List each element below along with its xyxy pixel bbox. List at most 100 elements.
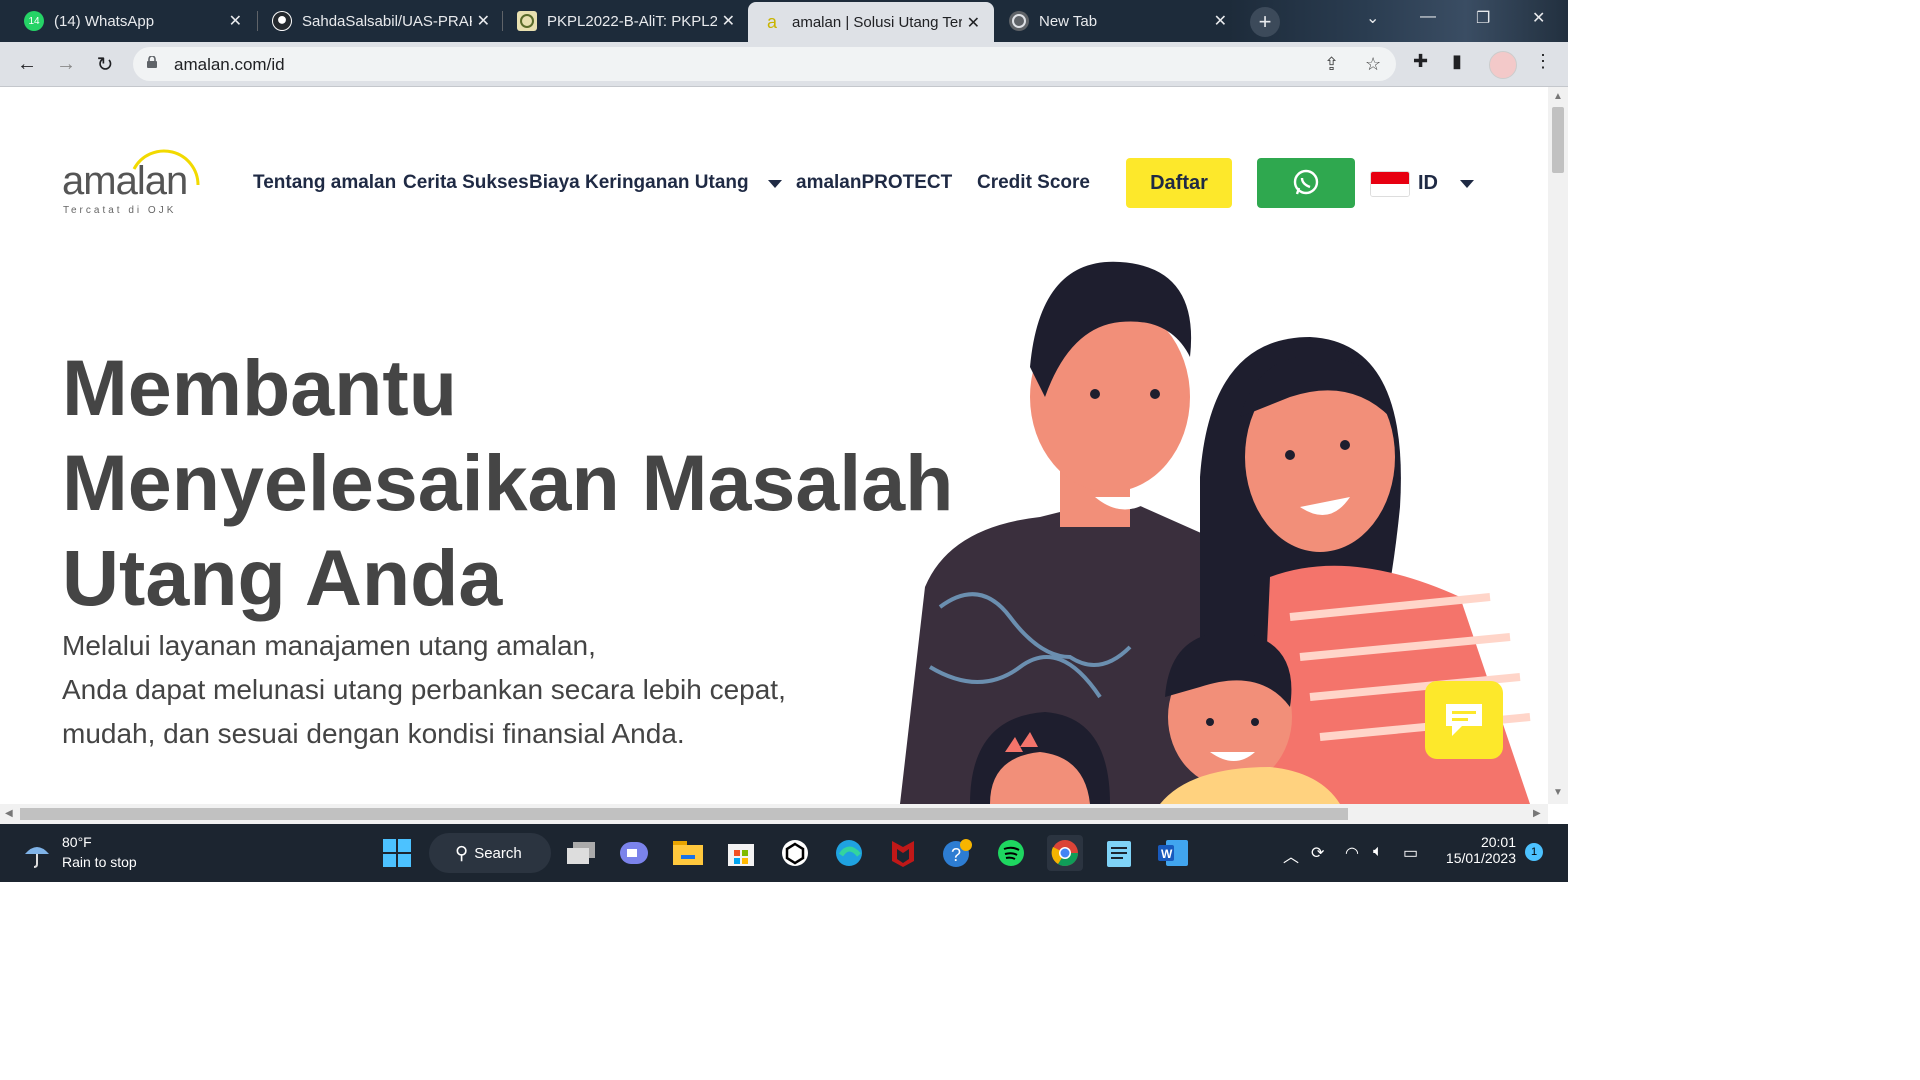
minimize-icon[interactable]: —: [1420, 8, 1436, 26]
horizontal-scrollbar[interactable]: ◀ ▶: [0, 804, 1548, 824]
search-icon: ⚲: [455, 842, 469, 863]
svg-text:?: ?: [951, 845, 961, 865]
clock-time: 20:01: [1480, 834, 1516, 850]
chevron-down-icon[interactable]: [1460, 180, 1474, 188]
scroll-up-icon[interactable]: ▲: [1553, 91, 1563, 102]
task-view-icon[interactable]: [563, 835, 599, 871]
taskbar-clock[interactable]: 20:01 15/01/2023: [1440, 834, 1516, 866]
university-icon: [517, 11, 537, 31]
scrollbar-thumb[interactable]: [1552, 107, 1564, 173]
hero-line: Utang Anda: [62, 533, 503, 622]
chat-icon: [1446, 704, 1482, 736]
forward-icon[interactable]: →: [52, 50, 80, 78]
edge-icon[interactable]: [831, 835, 867, 871]
wifi-icon[interactable]: ◠: [1345, 843, 1359, 863]
menu-icon[interactable]: ⋮: [1534, 51, 1552, 72]
amalan-icon: a: [766, 11, 777, 32]
weather-description[interactable]: Rain to stop: [62, 854, 137, 870]
indonesia-flag-icon[interactable]: [1370, 171, 1410, 197]
chrome-taskbar-icon[interactable]: [1047, 835, 1083, 871]
subtitle-line: Anda dapat melunasi utang perbankan seca…: [62, 674, 786, 705]
chevron-down-icon[interactable]: [768, 180, 782, 188]
weather-temperature[interactable]: 80°F: [62, 834, 92, 850]
site-logo[interactable]: amalan: [62, 159, 188, 204]
reload-icon[interactable]: ↻: [91, 50, 119, 78]
nav-biaya-keringanan-utang[interactable]: Biaya Keringanan Utang: [529, 172, 749, 194]
whatsapp-icon: 14: [24, 11, 44, 31]
teams-chat-icon[interactable]: [616, 835, 652, 871]
close-icon[interactable]: ✕: [722, 11, 735, 31]
file-explorer-icon[interactable]: [670, 835, 706, 871]
clock-date: 15/01/2023: [1445, 850, 1516, 866]
nav-tentang-amalan[interactable]: Tentang amalan: [253, 172, 396, 194]
svg-text:W: W: [1161, 847, 1173, 861]
close-icon[interactable]: ✕: [477, 11, 490, 31]
tab-title: SahdaSalsabil/UAS-PRAKTIKUM: [302, 12, 472, 30]
window-close-icon[interactable]: ✕: [1532, 8, 1545, 28]
whatsapp-button[interactable]: [1257, 158, 1355, 208]
tab-title: (14) WhatsApp: [54, 12, 155, 30]
tab-strip: 14 (14) WhatsApp ✕ SahdaSalsabil/UAS-PRA…: [0, 0, 1568, 42]
chrome-icon: [1009, 11, 1029, 31]
nav-amalanprotect[interactable]: amalanPROTECT: [796, 172, 952, 194]
hero-line: Menyelesaikan Masalah: [62, 438, 954, 527]
page-viewport: amalan Tercatat di OJK Tentang amalan Ce…: [0, 87, 1548, 804]
nav-cerita-sukses[interactable]: Cerita Sukses: [403, 172, 529, 194]
lock-icon: [147, 56, 157, 68]
nav-credit-score[interactable]: Credit Score: [977, 172, 1090, 194]
github-icon: [272, 11, 292, 31]
back-icon[interactable]: ←: [13, 50, 41, 78]
extensions-icon[interactable]: ✚: [1413, 51, 1428, 72]
mcafee-icon[interactable]: [885, 835, 921, 871]
browser-toolbar: ← → ↻ amalan.com/id ⇪ ☆ ✚ ▮ ⋮: [0, 42, 1568, 87]
bookmark-star-icon[interactable]: ☆: [1365, 54, 1381, 75]
scroll-down-icon[interactable]: ▼: [1553, 787, 1563, 798]
tab-search-icon[interactable]: ⌄: [1366, 8, 1379, 28]
rain-weather-icon[interactable]: [22, 838, 52, 868]
battery-icon[interactable]: ▭: [1403, 843, 1418, 863]
taskbar-search-button[interactable]: ⚲ Search: [429, 833, 551, 873]
windows-start-icon[interactable]: [379, 835, 415, 871]
chevron-up-icon[interactable]: ︿: [1283, 843, 1299, 867]
sync-icon[interactable]: ⟳: [1311, 843, 1324, 863]
close-icon[interactable]: ✕: [229, 11, 242, 31]
tab-title: amalan | Solusi Utang Terbaik: [792, 13, 962, 31]
help-icon[interactable]: ?: [939, 835, 975, 871]
tab-title: PKPL2022-B-AliT: PKPL2022: [547, 12, 717, 30]
close-icon[interactable]: ✕: [1214, 11, 1227, 31]
tab-whatsapp[interactable]: 14 (14) WhatsApp ✕: [10, 0, 256, 42]
tab-amalan[interactable]: a amalan | Solusi Utang Terbaik ✕: [748, 2, 994, 42]
hero-line: Membantu: [62, 343, 457, 432]
subtitle-line: mudah, dan sesuai dengan kondisi finansi…: [62, 718, 685, 749]
language-selector[interactable]: ID: [1418, 172, 1438, 195]
side-panel-icon[interactable]: ▮: [1452, 51, 1462, 72]
scrollbar-thumb[interactable]: [20, 808, 1348, 820]
microsoft-store-icon[interactable]: [723, 835, 759, 871]
close-icon[interactable]: ✕: [967, 13, 980, 33]
scroll-left-icon[interactable]: ◀: [5, 808, 13, 819]
chat-widget-button[interactable]: [1425, 681, 1503, 759]
restore-icon[interactable]: ❐: [1476, 8, 1490, 28]
word-icon[interactable]: W: [1155, 835, 1191, 871]
tab-github[interactable]: SahdaSalsabil/UAS-PRAKTIKUM ✕: [258, 0, 504, 42]
share-icon[interactable]: ⇪: [1324, 54, 1339, 75]
volume-icon[interactable]: 🔈︎: [1373, 843, 1383, 861]
profile-avatar[interactable]: [1489, 51, 1517, 79]
vertical-scrollbar[interactable]: ▲ ▼: [1548, 87, 1568, 804]
notepad-icon[interactable]: [1101, 835, 1137, 871]
logo-tagline: Tercatat di OJK: [63, 205, 177, 216]
hero-heading: Membantu Menyelesaikan Masalah Utang And…: [62, 340, 953, 625]
tab-new-tab[interactable]: New Tab ✕: [995, 0, 1241, 42]
address-bar[interactable]: amalan.com/id ⇪ ☆: [133, 47, 1396, 81]
tab-title: New Tab: [1039, 12, 1098, 30]
subtitle-line: Melalui layanan manajamen utang amalan,: [62, 630, 596, 661]
scroll-right-icon[interactable]: ▶: [1533, 808, 1541, 819]
daftar-button[interactable]: Daftar: [1126, 158, 1232, 208]
app-hexagon-icon[interactable]: [777, 835, 813, 871]
spotify-icon[interactable]: [993, 835, 1029, 871]
whatsapp-icon: [1293, 169, 1319, 195]
tab-pkpl[interactable]: PKPL2022-B-AliT: PKPL2022 ✕: [503, 0, 749, 42]
notification-badge[interactable]: 1: [1525, 843, 1543, 861]
url-text: amalan.com/id: [174, 55, 285, 74]
new-tab-button[interactable]: +: [1250, 7, 1280, 37]
